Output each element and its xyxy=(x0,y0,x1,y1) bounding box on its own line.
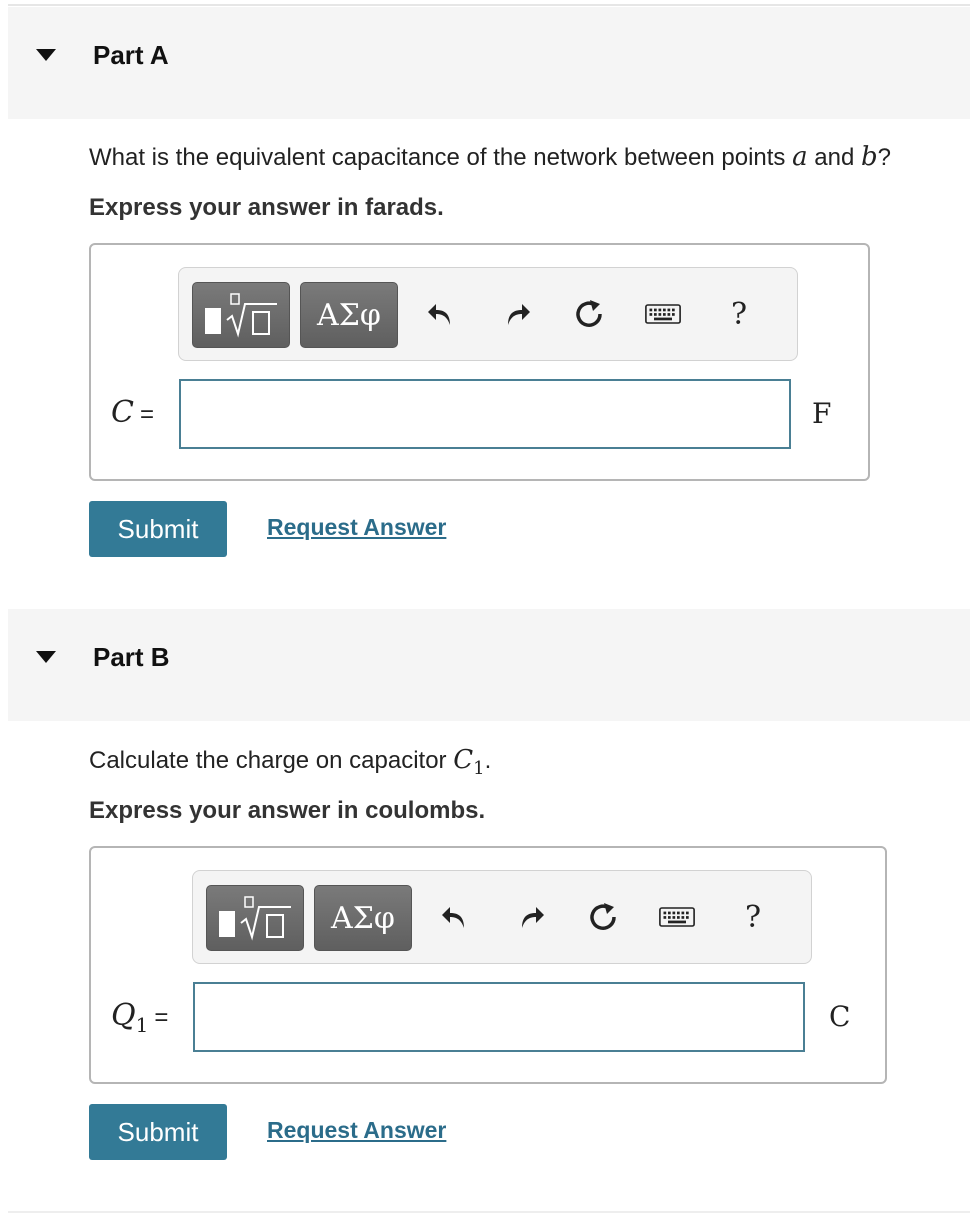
part-a-math-toolbar: ΑΣφ ? xyxy=(178,267,798,361)
greek-symbols-button[interactable]: ΑΣφ xyxy=(314,885,412,951)
part-a-variable-label: C = xyxy=(111,395,154,430)
templates-icon xyxy=(205,293,277,338)
part-b-question: Calculate the charge on capacitor C1. xyxy=(89,745,492,779)
part-b-math-toolbar: ΑΣφ ? xyxy=(192,870,812,964)
reset-icon[interactable] xyxy=(571,296,607,332)
part-b-unit: C xyxy=(829,1000,851,1033)
redo-icon[interactable] xyxy=(513,899,549,935)
part-a-answer-input[interactable] xyxy=(179,379,791,449)
reset-icon[interactable] xyxy=(585,899,621,935)
part-a-title: Part A xyxy=(93,40,169,70)
part-b-variable-label: Q1 = xyxy=(111,998,169,1037)
part-a-request-answer-link[interactable]: Request Answer xyxy=(267,514,446,541)
part-b-answer-box: ΑΣφ ? Q1 = C xyxy=(89,846,887,1084)
part-a-unit: F xyxy=(812,397,832,430)
part-a-instruction: Express your answer in farads. xyxy=(89,194,444,221)
part-a-header[interactable]: Part A xyxy=(8,7,970,119)
part-b-submit-button[interactable]: Submit xyxy=(89,1104,227,1160)
keyboard-icon[interactable] xyxy=(645,296,681,332)
redo-icon[interactable] xyxy=(499,296,535,332)
top-divider xyxy=(8,4,970,6)
templates-button[interactable] xyxy=(206,885,304,951)
part-b-title: Part B xyxy=(93,642,170,672)
greek-symbols-button[interactable]: ΑΣφ xyxy=(300,282,398,348)
part-a-question: What is the equivalent capacitance of th… xyxy=(89,142,892,172)
help-icon[interactable]: ? xyxy=(735,899,771,935)
part-b-instruction: Express your answer in coulombs. xyxy=(89,797,486,824)
part-a-submit-button[interactable]: Submit xyxy=(89,501,227,557)
templates-button[interactable] xyxy=(192,282,290,348)
part-b-answer-input[interactable] xyxy=(193,982,805,1052)
part-b-request-answer-link[interactable]: Request Answer xyxy=(267,1117,446,1144)
caret-down-icon[interactable] xyxy=(36,49,56,61)
help-icon[interactable]: ? xyxy=(721,296,757,332)
undo-icon[interactable] xyxy=(423,296,459,332)
caret-down-icon[interactable] xyxy=(36,651,56,663)
templates-icon xyxy=(219,896,291,941)
keyboard-icon[interactable] xyxy=(659,899,695,935)
part-a-answer-box: ΑΣφ ? C = F xyxy=(89,243,870,481)
bottom-divider xyxy=(8,1211,970,1213)
part-b-header[interactable]: Part B xyxy=(8,609,970,721)
undo-icon[interactable] xyxy=(437,899,473,935)
